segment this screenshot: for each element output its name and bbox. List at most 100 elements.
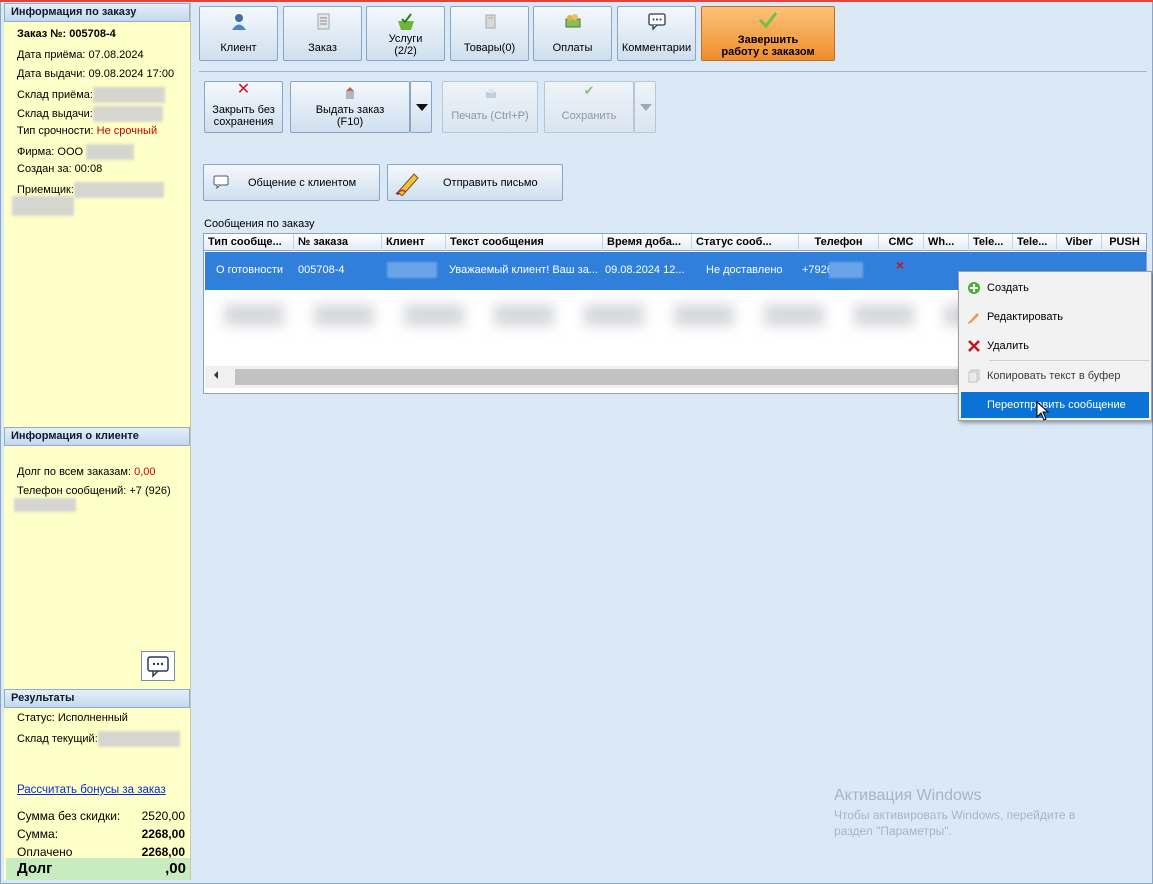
messages-caption: Сообщения по заказу — [204, 218, 315, 230]
save-dropdown[interactable] — [634, 81, 656, 133]
urgency: Тип срочности: Не срочный — [17, 125, 158, 137]
send-letter-label: Отправить письмо — [443, 177, 538, 189]
basket-check-icon — [397, 13, 414, 30]
payments-button[interactable]: Оплаты — [533, 6, 612, 61]
order-info-header[interactable]: Информация по заказу — [4, 3, 190, 22]
close-without-saving-button[interactable]: ✕ Закрыть без сохранения — [204, 81, 283, 133]
redacted-block — [14, 498, 76, 512]
col-text[interactable]: Текст сообщения — [446, 234, 603, 251]
col-phone[interactable]: Телефон — [799, 234, 879, 251]
menu-item-resend[interactable]: Переотправить сообщение — [961, 392, 1149, 418]
print-button[interactable]: Печать (Ctrl+P) — [442, 81, 538, 133]
edit-pencil-icon — [968, 313, 979, 324]
sms-fail-icon: × — [896, 257, 905, 273]
delete-x-icon — [968, 340, 980, 352]
redacted-block — [86, 144, 135, 160]
toolbar-separator — [199, 71, 1147, 72]
menu-item-create[interactable]: Создать — [961, 275, 1149, 301]
printer-icon — [486, 89, 496, 98]
pencil-icon — [395, 173, 419, 196]
goods-button[interactable]: Товары(0) — [450, 6, 529, 61]
person-icon — [231, 14, 246, 30]
cell-type: О готовности — [216, 264, 284, 276]
close-nosave-label: Закрыть без сохранения — [212, 104, 275, 128]
menu-item-delete[interactable]: Удалить — [961, 333, 1149, 359]
mouse-cursor-icon — [1036, 401, 1050, 421]
comments-label: Комментарии — [621, 42, 692, 54]
watermark-title: Активация Windows — [834, 787, 982, 804]
cell-status: Не доставлено — [706, 264, 783, 276]
redacted-block — [92, 106, 163, 122]
bonus-link[interactable]: Рассчитать бонусы за заказ — [17, 784, 166, 796]
goods-icon — [485, 14, 495, 29]
debt-bar: Долг ,00 — [6, 858, 190, 880]
col-push[interactable]: PUSH — [1102, 234, 1146, 251]
windows-activation-watermark: Активация Windows Чтобы активировать Win… — [834, 787, 1075, 839]
col-time[interactable]: Время доба... — [603, 234, 692, 251]
order-number: Заказ №: 005708-4 — [17, 28, 116, 40]
issue-order-dropdown[interactable] — [410, 81, 432, 133]
sum-value: 2268,00 — [141, 827, 185, 841]
col-telegram-2[interactable]: Tele... — [1013, 234, 1057, 251]
scrollbar-thumb[interactable] — [235, 369, 965, 385]
col-whatsapp[interactable]: Wh... — [924, 234, 969, 251]
paid-label: Оплачено — [17, 845, 73, 859]
issue-order-label: Выдать заказ (F10) — [315, 104, 385, 128]
watermark-line3: раздел "Параметры". — [834, 824, 952, 838]
send-letter-button[interactable]: Отправить письмо — [387, 164, 563, 201]
menu-item-copy[interactable]: Копировать текст в буфер — [961, 363, 1149, 389]
order-button[interactable]: Заказ — [283, 6, 362, 61]
col-sms[interactable]: СМС — [879, 234, 924, 251]
debt-value: ,00 — [165, 860, 186, 877]
col-status[interactable]: Статус сооб... — [692, 234, 799, 251]
col-order-no[interactable]: № заказа — [294, 234, 382, 251]
chevron-down-icon — [640, 104, 652, 111]
save-check-icon: ✔ — [583, 83, 595, 98]
client-info-header[interactable]: Информация о клиенте — [4, 427, 190, 446]
comments-button[interactable]: Комментарии — [617, 6, 696, 61]
print-label: Печать (Ctrl+P) — [451, 110, 529, 122]
client-button[interactable]: Клиент — [199, 6, 278, 61]
menu-resend-label: Переотправить сообщение — [987, 399, 1126, 411]
goods-label: Товары(0) — [463, 42, 516, 54]
redacted-block — [97, 731, 180, 747]
cell-order-no: 005708-4 — [298, 264, 345, 276]
money-icon — [565, 14, 580, 28]
left-info-panel: Информация по заказу Заказ №: 005708-4 Д… — [4, 3, 191, 880]
menu-copy-label: Копировать текст в буфер — [987, 370, 1121, 382]
close-x-icon: ✕ — [236, 81, 251, 98]
redacted-block — [92, 87, 165, 103]
issue-order-button[interactable]: Выдать заказ (F10) — [290, 81, 410, 133]
created-in: Создан за: 00:08 — [17, 163, 103, 175]
finish-order-button[interactable]: Завершить работу с заказом — [701, 6, 835, 61]
sum-nodiscount-value: 2520,00 — [141, 809, 185, 823]
menu-item-edit[interactable]: Редактировать — [961, 304, 1149, 330]
services-button[interactable]: Услуги (2/2) — [366, 6, 445, 61]
col-telegram-1[interactable]: Tele... — [969, 234, 1013, 251]
cell-time: 09.08.2024 12... — [605, 264, 685, 276]
client-phone: Телефон сообщений: +7 (926) — [17, 485, 171, 497]
chat-client-label: Общение с клиентом — [248, 177, 357, 189]
save-button[interactable]: ✔ Сохранить — [544, 81, 634, 133]
chat-bubble-icon — [147, 656, 169, 678]
results-header[interactable]: Результаты — [4, 689, 190, 708]
col-type[interactable]: Тип сообще... — [204, 234, 294, 251]
chat-with-client-button[interactable]: Общение с клиентом — [203, 164, 380, 201]
client-debt-value: 0,00 — [134, 466, 156, 478]
menu-create-label: Создать — [987, 282, 1029, 294]
scroll-left-arrow-icon[interactable] — [214, 371, 218, 379]
context-menu: Создать Редактировать Удалить Копировать… — [958, 271, 1152, 421]
client-debt: Долг по всем заказам: 0,00 — [17, 466, 156, 478]
order-label: Заказ — [308, 42, 337, 54]
date-issued: Дата выдачи: 09.08.2024 17:00 — [17, 68, 175, 80]
client-label: Клиент — [220, 42, 257, 54]
col-client[interactable]: Клиент — [382, 234, 446, 251]
chat-icon — [213, 175, 229, 189]
comment-icon — [647, 13, 666, 31]
issue-icon — [346, 87, 354, 99]
menu-separator — [989, 360, 1149, 361]
cell-phone-redacted — [829, 262, 863, 278]
document-icon — [317, 13, 329, 30]
chat-button[interactable] — [141, 651, 175, 681]
col-viber[interactable]: Viber — [1057, 234, 1102, 251]
